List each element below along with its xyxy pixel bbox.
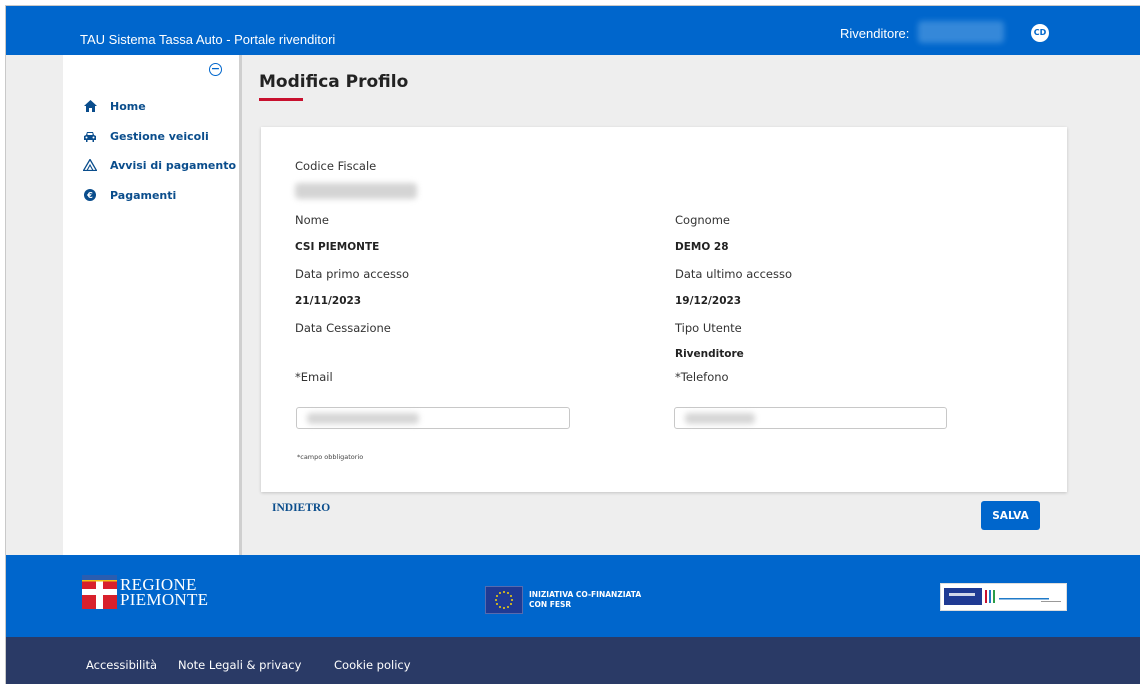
sidebar-item-label: Pagamenti [110,188,177,202]
codice-fiscale-label: Codice Fiscale [295,159,377,173]
sidebar-item-label: Home [110,99,146,113]
car-icon [83,129,97,143]
cognome-label: Cognome [675,213,730,227]
eu-line1: INIZIATIVA CO-FINANZIATA [529,590,642,599]
footer-logos: REGIONE PIEMONTE INIZIATIVA CO-FINANZIAT… [6,555,1140,637]
footer-link-accessibilita[interactable]: Accessibilità [86,658,157,672]
footer-link-cookie-policy[interactable]: Cookie policy [334,658,411,672]
eu-flag-icon [485,586,523,614]
save-button[interactable]: SALVA [981,501,1040,530]
regione-text: REGIONE PIEMONTE [120,576,209,609]
required-note: *campo obbligatorio [297,453,364,461]
sidebar: − Home Gestione veicoli Avvisi di pagame… [63,55,242,555]
primo-accesso-value: 21/11/2023 [295,295,362,307]
euro-icon: € [83,188,97,202]
email-field[interactable] [296,407,570,429]
page-title: Modifica Profilo [259,72,409,92]
piemonte-flag-icon [82,575,117,609]
user-avatar[interactable]: CD [1031,24,1049,42]
sidebar-item-label: Avvisi di pagamento [110,158,237,172]
home-icon [83,99,97,113]
regione-line2: PIEMONTE [120,590,209,609]
tipo-utente-label: Tipo Utente [675,321,742,335]
back-button[interactable]: INDIETRO [272,502,330,514]
telefono-label: *Telefono [675,370,729,384]
collapse-sidebar-button[interactable]: − [209,63,222,76]
warning-icon [83,158,97,172]
eu-text: INIZIATIVA CO-FINANZIATA CON FESR [529,590,641,610]
telefono-value-redacted [685,413,755,424]
app-window: TAU Sistema Tassa Auto - Portale rivendi… [5,5,1140,684]
footer-link-note-legali[interactable]: Note Legali & privacy [178,658,301,672]
regione-piemonte-logo: REGIONE PIEMONTE [82,575,208,609]
sidebar-item-home[interactable]: Home [83,97,146,115]
profile-card: Codice Fiscale Nome CSI PIEMONTE Cognome… [261,127,1067,492]
partner-logo [940,583,1067,611]
svg-text:€: € [86,191,93,200]
nome-value: CSI PIEMONTE [295,241,380,253]
email-label: *Email [295,370,333,384]
cognome-value: DEMO 28 [675,241,729,253]
tipo-utente-value: Rivenditore [675,348,744,360]
email-value-redacted [307,413,419,424]
primo-accesso-label: Data primo accesso [295,267,410,281]
reseller-name-redacted [918,21,1004,43]
sidebar-item-pagamenti[interactable]: € Pagamenti [83,186,176,204]
app-title: TAU Sistema Tassa Auto - Portale rivendi… [80,32,336,47]
eu-line2: CON FESR [529,600,572,609]
codice-fiscale-value-redacted [295,183,417,199]
sidebar-item-gestione-veicoli[interactable]: Gestione veicoli [83,127,209,145]
ultimo-accesso-value: 19/12/2023 [675,295,742,307]
reseller-label: Rivenditore: [840,26,910,41]
eu-fesr-logo: INIZIATIVA CO-FINANZIATA CON FESR [485,586,641,614]
title-underline [259,98,303,101]
footer-links-bar: Accessibilità Note Legali & privacy Cook… [6,637,1140,684]
nome-label: Nome [295,213,329,227]
telefono-field[interactable] [674,407,947,429]
ultimo-accesso-label: Data ultimo accesso [675,267,792,281]
top-bar: TAU Sistema Tassa Auto - Portale rivendi… [6,6,1140,55]
sidebar-item-avvisi-pagamento[interactable]: Avvisi di pagamento [83,156,236,174]
cessazione-label: Data Cessazione [295,321,391,335]
sidebar-item-label: Gestione veicoli [110,129,209,143]
